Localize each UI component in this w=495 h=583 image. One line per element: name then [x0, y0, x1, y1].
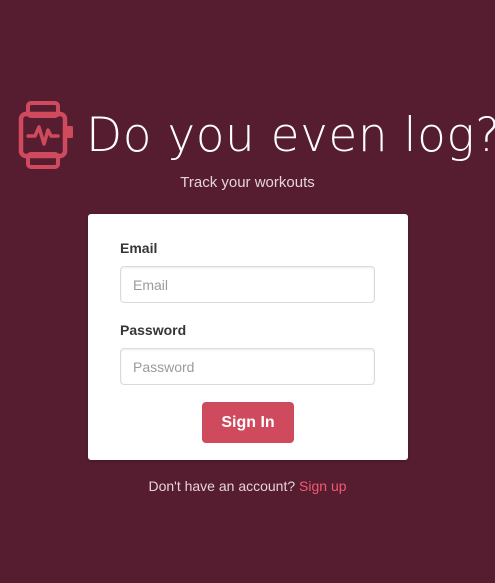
sign-up-link[interactable]: Sign up: [299, 478, 346, 494]
smartwatch-heartbeat-icon: [18, 101, 73, 169]
tagline: Track your workouts: [180, 174, 315, 191]
signup-prompt: Don't have an account? Sign up: [0, 478, 495, 494]
app-header: Do you even log?: [18, 100, 495, 170]
login-card: Email Password Sign In: [88, 214, 408, 460]
email-input[interactable]: [120, 266, 375, 303]
password-input[interactable]: [120, 348, 375, 385]
sign-in-button[interactable]: Sign In: [202, 402, 294, 443]
app-title: Do you even log?: [86, 107, 495, 163]
email-label: Email: [120, 240, 158, 256]
signup-prompt-text: Don't have an account?: [148, 478, 296, 494]
password-label: Password: [120, 322, 187, 338]
